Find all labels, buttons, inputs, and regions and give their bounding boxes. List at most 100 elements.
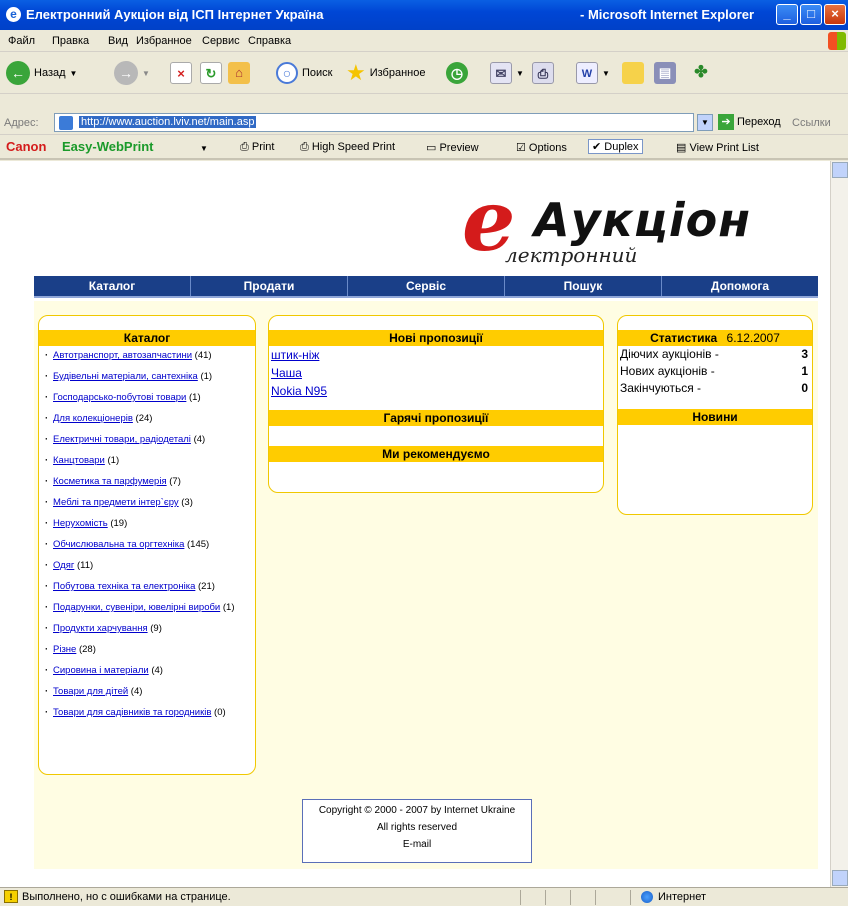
printer-icon: ⎙ [300,141,312,153]
list-icon: ▤ [676,142,690,154]
address-url[interactable]: http://www.auction.lviv.net/main.asp [79,116,257,128]
favorites-label: Избранное [369,67,426,79]
hot-offers-title: Гарячі пропозиції [269,410,603,426]
nav-divider [34,296,818,298]
search-button[interactable]: ○ Поиск [276,60,332,86]
security-zone: Интернет [658,891,706,903]
page-viewport[interactable]: е Аукціон лектронний Каталог Продати Сер… [0,161,830,887]
catalog-link[interactable]: Подарунки, сувеніри, ювелірні вироби [53,602,220,613]
address-label: Адрес: [4,117,39,129]
catalog-title: Каталог [39,330,255,346]
nav-sell[interactable]: Продати [191,276,348,296]
canon-duplex-button[interactable]: ✔ Duplex [588,139,643,154]
go-button[interactable]: ➔ Переход [718,114,781,130]
offer-link[interactable]: Nokia N95 [269,382,603,400]
scroll-up-icon[interactable] [832,162,848,178]
messenger-button[interactable]: ✤ [690,60,712,86]
canon-print-label: Print [251,141,275,153]
catalog-link[interactable]: Електричні товари, радіодеталі [53,434,191,445]
offer-link[interactable]: штик-ніж [269,346,603,364]
catalog-link[interactable]: Будівельні матеріали, сантехніка [53,371,198,382]
catalog-link[interactable]: Автотранспорт, автозапчастини [53,350,192,361]
main-nav: Каталог Продати Сервіс Пошук Допомога [34,276,818,296]
catalog-count: (1) [222,602,235,613]
canon-preview-button[interactable]: ▭ Preview [426,141,479,154]
home-button[interactable]: ⌂ [228,60,250,86]
new-offers-title: Нові пропозиції [269,330,603,346]
nav-service[interactable]: Сервіс [348,276,505,296]
favorites-button[interactable]: ★ Избранное [346,60,425,86]
canon-options-button[interactable]: ☑ Options [516,141,567,154]
nav-catalog[interactable]: Каталог [34,276,191,296]
offer-link[interactable]: Чаша [269,364,603,382]
catalog-link[interactable]: Канцтовари [53,455,105,466]
catalog-link[interactable]: Товари для садівників та городників [53,707,211,718]
window-title-bar[interactable]: e Електронний Аукціон від ІСП Інтернет У… [0,0,848,30]
email-link[interactable]: E-mail [303,836,531,853]
close-button[interactable]: × [824,4,846,25]
list-item: Косметика та парфумерія (7) [45,476,251,488]
print-button[interactable]: ⎙ [532,60,554,86]
chevron-down-icon[interactable]: ▼ [200,144,208,153]
back-button[interactable]: ← Назад ▼ [6,60,77,86]
stats-box: Статистика 6.12.2007 Діючих аукціонів - 3… [617,315,813,515]
address-dropdown-icon[interactable]: ▼ [697,114,713,131]
stat-value: 1 [801,364,808,378]
list-item: Нерухомість (19) [45,518,251,530]
mail-button[interactable]: ✉ ▼ [490,60,524,86]
stop-button[interactable]: × [170,60,192,86]
status-message: Выполнено, но с ошибками на странице. [22,891,231,903]
catalog-count: (28) [78,644,96,655]
canon-view-print-list-button[interactable]: ▤ View Print List [676,141,759,154]
menu-file[interactable]: Файл [8,35,35,47]
warning-icon[interactable]: ! [4,890,18,903]
nav-help[interactable]: Допомога [662,276,818,296]
stats-date: 6.12.2007 [726,331,780,345]
catalog-link[interactable]: Обчислювальна та оргтехніка [53,539,184,550]
search-icon: ○ [276,62,298,84]
research-books-icon: ▤ [654,62,676,84]
discuss-button[interactable] [622,60,644,86]
research-button[interactable]: ▤ [654,60,676,86]
status-divider [630,890,631,905]
vertical-scrollbar[interactable] [830,161,848,887]
refresh-button[interactable]: ↻ [200,60,222,86]
menu-bar: Файл Правка Вид Избранное Сервис Справка [0,30,848,52]
ie-page-icon: e [6,7,21,22]
printer-icon: ⎙ [240,141,252,153]
minimize-button[interactable]: _ [776,4,798,25]
catalog-link[interactable]: Побутова техніка та електроніка [53,581,195,592]
catalog-link[interactable]: Для колекціонерів [53,413,133,424]
links-button[interactable]: Ссылки [792,117,831,129]
catalog-link[interactable]: Господарсько-побутові товари [53,392,186,403]
forward-button[interactable]: → ▼ [114,60,150,86]
refresh-icon: ↻ [200,62,222,84]
edit-button[interactable]: W ▼ [576,60,610,86]
history-button[interactable]: ◷ [446,60,468,86]
list-item: Різне (28) [45,644,251,656]
scroll-down-icon[interactable] [832,870,848,886]
catalog-link[interactable]: Товари для дітей [53,686,128,697]
address-input[interactable]: http://www.auction.lviv.net/main.asp [54,113,694,132]
catalog-link[interactable]: Різне [53,644,76,655]
catalog-link[interactable]: Меблі та предмети інтер`єру [53,497,179,508]
canon-high-speed-button[interactable]: ⎙ High Speed Print [300,141,395,154]
menu-view[interactable]: Вид [108,35,128,47]
catalog-link[interactable]: Сировина і матеріали [53,665,149,676]
menu-tools[interactable]: Сервис [202,35,240,47]
menu-help[interactable]: Справка [248,35,291,47]
menu-edit[interactable]: Правка [52,35,89,47]
canon-print-button[interactable]: ⎙ Print [240,141,274,154]
maximize-button[interactable]: □ [800,4,822,25]
options-icon: ☑ [516,142,529,154]
canon-product-menu[interactable]: Easy-WebPrint [62,139,154,154]
catalog-link[interactable]: Косметика та парфумерія [53,476,167,487]
catalog-link[interactable]: Нерухомість [53,518,108,529]
catalog-count: (1) [200,371,213,382]
catalog-link[interactable]: Продукти харчування [53,623,148,634]
nav-search[interactable]: Пошук [505,276,662,296]
catalog-link[interactable]: Одяг [53,560,74,571]
menu-favorites[interactable]: Избранное [136,35,192,47]
mail-icon: ✉ [490,62,512,84]
catalog-count: (4) [151,665,163,676]
